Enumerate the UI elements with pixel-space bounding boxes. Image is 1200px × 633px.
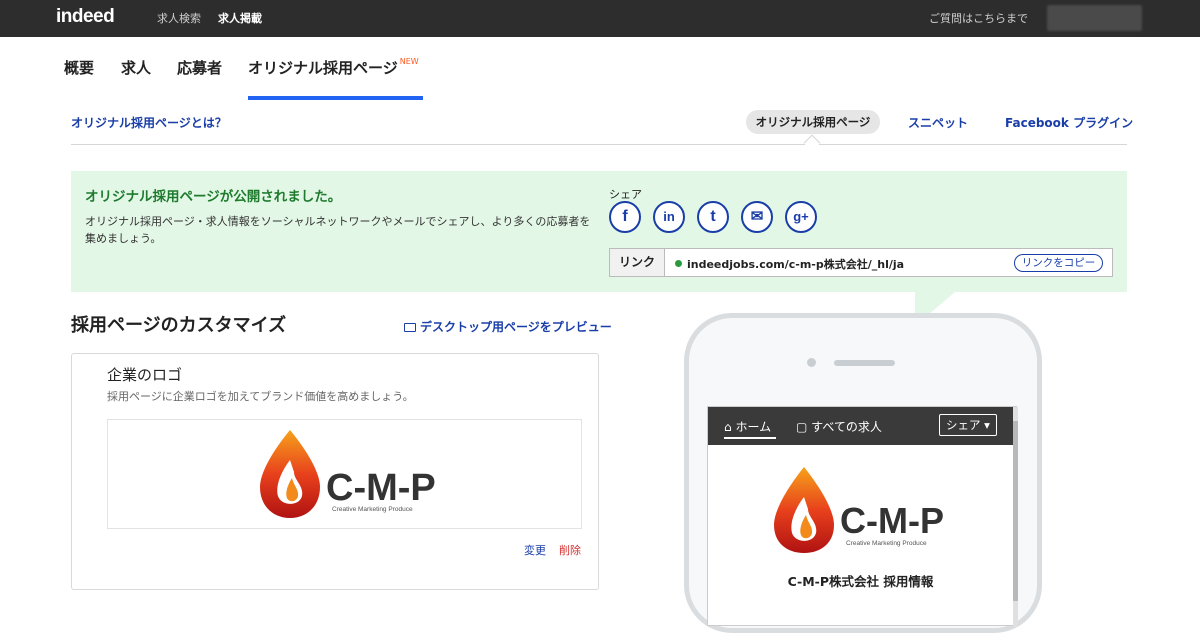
subnav-snippet[interactable]: スニペット xyxy=(908,114,968,131)
new-badge: NEW xyxy=(399,57,419,66)
desktop-preview-link[interactable]: デスクトップ用ページをプレビュー xyxy=(404,318,612,335)
subnav-facebook-plugin[interactable]: Facebook プラグイン xyxy=(1005,114,1133,131)
home-icon: ⌂ xyxy=(724,420,736,434)
facebook-icon[interactable]: f xyxy=(609,201,641,233)
status-dot-icon xyxy=(675,260,682,267)
active-tab-indicator xyxy=(248,96,423,100)
google-plus-icon[interactable]: g+ xyxy=(785,201,817,233)
logo-card-subtitle: 採用ページに企業ロゴを加えてブランド価値を高めましょう。 xyxy=(107,390,414,403)
publish-notice: オリジナル採用ページが公開されました。 オリジナル採用ページ・求人情報をソーシャ… xyxy=(71,171,1127,292)
monitor-icon xyxy=(404,323,416,332)
phone-camera xyxy=(807,358,816,367)
cmp-logo: C-M-P Creative Marketing Produce xyxy=(260,430,436,518)
linkedin-icon[interactable]: in xyxy=(653,201,685,233)
subnav-divider xyxy=(71,144,1127,145)
share-label: シェア xyxy=(609,188,642,201)
tab-overview[interactable]: 概要 xyxy=(64,57,94,78)
svg-text:Creative Marketing Produce: Creative Marketing Produce xyxy=(332,506,413,513)
company-logo-preview: C-M-P Creative Marketing Produce xyxy=(107,419,582,529)
briefcase-icon: ▢ xyxy=(796,420,812,434)
phone-speaker xyxy=(834,360,895,366)
career-page-url[interactable]: indeedjobs.com/c-m-p株式会社/_hl/ja xyxy=(687,256,904,272)
phone-home-underline xyxy=(724,437,776,439)
help-link[interactable]: ご質問はこちらまで xyxy=(929,10,1028,26)
change-logo-link[interactable]: 変更 xyxy=(524,542,546,558)
tab-applicants[interactable]: 応募者 xyxy=(177,57,222,78)
customize-title: 採用ページのカスタマイズ xyxy=(71,315,287,336)
subnav-caret xyxy=(803,134,821,152)
topnav-post-job[interactable]: 求人掲載 xyxy=(218,10,262,26)
tab-career-page-label: オリジナル採用ページ xyxy=(248,59,398,77)
svg-text:Creative Marketing Produce: Creative Marketing Produce xyxy=(846,540,927,547)
phone-cmp-logo: C-M-P Creative Marketing Produce xyxy=(774,467,944,553)
phone-nav-all-jobs[interactable]: ▢ すべての求人 xyxy=(796,418,882,435)
company-logo-card: 企業のロゴ 採用ページに企業ロゴを加えてブランド価値を高めましょう。 C-M-P… xyxy=(71,353,599,590)
topnav-job-search[interactable]: 求人検索 xyxy=(157,10,201,26)
main-tabs: 概要 求人 応募者 オリジナル採用ページ NEW xyxy=(0,37,1200,99)
phone-nav: ⌂ ホーム ▢ すべての求人 シェア ▾ xyxy=(708,407,1013,445)
tab-jobs[interactable]: 求人 xyxy=(121,57,151,78)
delete-logo-link[interactable]: 削除 xyxy=(559,542,581,558)
desktop-preview-label: デスクトップ用ページをプレビュー xyxy=(420,320,612,334)
tab-career-page[interactable]: オリジナル採用ページ NEW xyxy=(248,57,419,78)
logo-card-title: 企業のロゴ xyxy=(107,366,183,384)
account-menu[interactable] xyxy=(1047,5,1142,31)
top-bar: indeed 求人検索 求人掲載 ご質問はこちらまで xyxy=(0,0,1200,37)
phone-screen: ⌂ ホーム ▢ すべての求人 シェア ▾ C-M-P Creative Mark… xyxy=(707,406,1018,627)
mail-icon[interactable]: ✉ xyxy=(741,201,773,233)
copy-link-button[interactable]: リンクをコピー xyxy=(1014,254,1103,272)
subnav-career-page[interactable]: オリジナル採用ページ xyxy=(746,110,880,134)
mobile-preview: ⌂ ホーム ▢ すべての求人 シェア ▾ C-M-P Creative Mark… xyxy=(684,313,1042,633)
phone-scrollbar-thumb[interactable] xyxy=(1013,421,1018,601)
svg-text:C-M-P: C-M-P xyxy=(840,500,944,541)
phone-share-button[interactable]: シェア ▾ xyxy=(939,414,997,436)
twitter-icon[interactable]: t xyxy=(697,201,729,233)
link-field: リンク indeedjobs.com/c-m-p株式会社/_hl/ja リンクを… xyxy=(609,248,1113,277)
indeed-logo[interactable]: indeed xyxy=(56,6,115,28)
phone-nav-home[interactable]: ⌂ ホーム xyxy=(724,418,771,435)
what-is-career-page-link[interactable]: オリジナル採用ページとは？ xyxy=(71,114,227,131)
svg-text:C-M-P: C-M-P xyxy=(326,467,436,509)
notice-body: オリジナル採用ページ・求人情報をソーシャルネットワークやメールでシェアし、より多… xyxy=(85,215,591,245)
phone-company-title: C-M-P株式会社 採用情報 xyxy=(787,574,934,589)
link-label: リンク xyxy=(610,249,665,276)
notice-title: オリジナル採用ページが公開されました。 xyxy=(85,189,342,205)
